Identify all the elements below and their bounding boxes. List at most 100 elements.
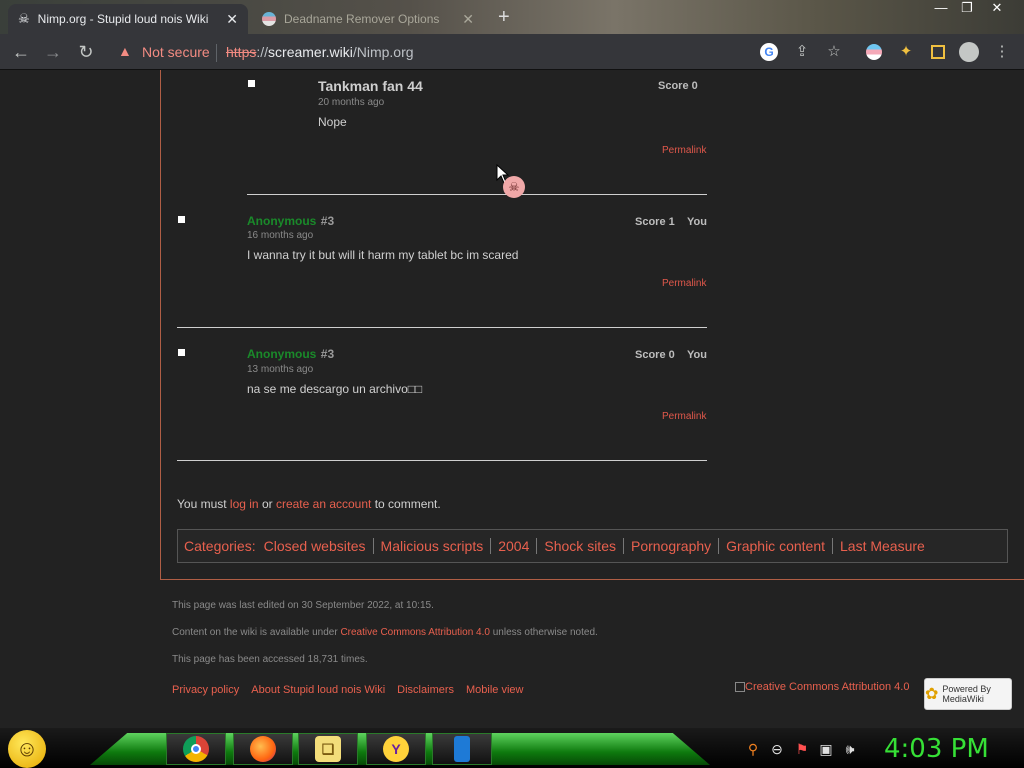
network-tray-icon[interactable]: ▣ [817, 741, 835, 758]
address-bar[interactable]: https://screamer.wiki/Nimp.org [226, 44, 414, 60]
back-icon[interactable]: ← [10, 42, 32, 62]
extensions-puzzle-icon[interactable]: ✦ [896, 42, 916, 62]
cc-license-image[interactable]: Creative Commons Attribution 4.0 [735, 681, 909, 693]
chrome-icon [183, 736, 209, 762]
comment-divider [247, 194, 707, 195]
close-tab-icon[interactable]: ✕ [226, 11, 238, 28]
categories-label[interactable]: Categories: [184, 538, 256, 554]
taskbar-app-explorer[interactable]: ❑ [298, 733, 358, 765]
login-prompt-suffix: to comment. [371, 497, 441, 511]
share-icon[interactable]: ⇪ [792, 42, 812, 62]
url-scheme: https [226, 44, 257, 60]
minimize-icon[interactable]: — [928, 0, 954, 16]
taskbar-app-yahoo[interactable]: Y [366, 733, 426, 765]
license-suffix: unless otherwise noted. [489, 627, 598, 638]
divider [216, 44, 217, 62]
category-link[interactable]: Last Measure [832, 538, 932, 554]
warning-icon[interactable]: ▲ [118, 43, 132, 59]
close-window-icon[interactable]: ✕ [984, 0, 1010, 16]
comment-bullet [178, 349, 185, 356]
category-link[interactable]: Malicious scripts [372, 538, 491, 554]
comment-author[interactable]: Anonymous [247, 214, 316, 228]
create-account-link[interactable]: create an account [276, 497, 371, 511]
about-link[interactable]: About Stupid loud nois Wiki [251, 684, 385, 696]
tab-nimp[interactable]: ☠ Nimp.org - Stupid loud nois Wiki ✕ [8, 4, 248, 34]
category-link[interactable]: Pornography [622, 538, 718, 554]
firefox-icon [250, 736, 276, 762]
comment-bullet [178, 216, 185, 223]
comment-author[interactable]: Tankman fan 44 [318, 78, 423, 94]
tab-title: Deadname Remover Options [284, 12, 440, 26]
start-button-smiley-icon[interactable]: ☺ [8, 730, 46, 768]
maximize-icon[interactable]: ❐ [954, 0, 980, 16]
login-prompt-prefix: You must [177, 497, 230, 511]
comment-author[interactable]: Anonymous [247, 347, 316, 361]
category-link[interactable]: Closed websites [264, 538, 373, 554]
url-separator: :// [256, 44, 269, 60]
comment-time: 20 months ago [318, 97, 385, 108]
volume-tray-icon[interactable]: 🕪 [841, 741, 859, 758]
bookmark-star-icon[interactable]: ☆ [824, 42, 844, 62]
login-prompt: You must log in or create an account to … [177, 497, 441, 511]
mediawiki-badge-text: Powered By MediaWiki [942, 684, 991, 704]
powered-by-mediawiki-badge[interactable]: ✿ Powered By MediaWiki [924, 678, 1012, 710]
comment-divider [177, 460, 707, 461]
taskbar-clock[interactable]: 4:03 PM [884, 734, 989, 764]
forward-icon[interactable]: → [42, 42, 64, 62]
comment-permalink[interactable]: Permalink [662, 278, 706, 289]
mediawiki-flower-icon: ✿ [925, 686, 939, 703]
login-link[interactable]: log in [230, 497, 259, 511]
license-link[interactable]: Creative Commons Attribution 4.0 [340, 627, 490, 638]
login-prompt-middle: or [258, 497, 276, 511]
tab-deadname-remover[interactable]: Deadname Remover Options ✕ [252, 4, 484, 34]
flag-favicon-icon [262, 12, 276, 26]
category-link[interactable]: Graphic content [718, 538, 832, 554]
comment-score: Score 0 [658, 80, 698, 92]
search-tray-icon[interactable]: ⚲ [744, 741, 762, 758]
comment-you-label: You [687, 349, 707, 361]
comment-text: I wanna try it but will it harm my table… [247, 248, 519, 262]
comment-you-label: You [687, 216, 707, 228]
new-tab-button[interactable]: + [498, 6, 510, 29]
comment-header: Anonymous #3 [247, 345, 334, 363]
side-panel-icon[interactable] [931, 45, 945, 59]
comment-bullet [248, 80, 255, 87]
last-edited: This page was last edited on 30 Septembe… [172, 600, 434, 611]
phone-icon [454, 736, 470, 762]
privacy-policy-link[interactable]: Privacy policy [172, 684, 239, 696]
reload-icon[interactable]: ↻ [75, 42, 97, 62]
cc-image-alt-text: Creative Commons Attribution 4.0 [745, 681, 910, 693]
comment-time: 16 months ago [247, 230, 314, 241]
taskbar-app-firefox[interactable] [233, 733, 293, 765]
taskbar-app-phone[interactable] [432, 733, 492, 765]
profile-avatar-icon[interactable] [959, 42, 979, 62]
disclaimers-link[interactable]: Disclaimers [397, 684, 454, 696]
category-link[interactable]: 2004 [490, 538, 536, 554]
flag-tray-icon[interactable]: ⚑ [793, 741, 811, 758]
tab-title: Nimp.org - Stupid loud nois Wiki [37, 12, 209, 26]
taskbar-app-chrome[interactable] [166, 733, 226, 765]
comment-header: Anonymous #3 [247, 212, 334, 230]
ghost-favicon-icon: ☠ [18, 11, 30, 26]
category-link[interactable]: Shock sites [536, 538, 623, 554]
status-tray-icon[interactable]: ⊖ [768, 741, 786, 758]
license-notice: Content on the wiki is available under C… [172, 627, 598, 638]
security-label[interactable]: Not secure [142, 44, 210, 60]
menu-kebab-icon[interactable]: ⋮ [992, 42, 1012, 62]
url-host: screamer.wiki [268, 44, 353, 60]
comment-score: Score 0 [635, 349, 675, 361]
skull-icon: ☠ [503, 176, 525, 198]
comment-time: 13 months ago [247, 364, 314, 375]
mobile-view-link[interactable]: Mobile view [466, 684, 523, 696]
license-prefix: Content on the wiki is available under [172, 627, 341, 638]
comment-permalink[interactable]: Permalink [662, 411, 706, 422]
comment-text: Nope [318, 115, 347, 129]
comment-divider [177, 327, 707, 328]
comment-text: na se me descargo un archivo□□ [247, 382, 423, 396]
comment-number: #3 [320, 347, 335, 361]
extension-flag-icon[interactable] [866, 44, 882, 60]
close-tab-icon[interactable]: ✕ [462, 11, 474, 28]
comment-permalink[interactable]: Permalink [662, 145, 706, 156]
comment-number: #3 [320, 214, 335, 228]
google-lens-icon[interactable]: G [760, 43, 778, 61]
